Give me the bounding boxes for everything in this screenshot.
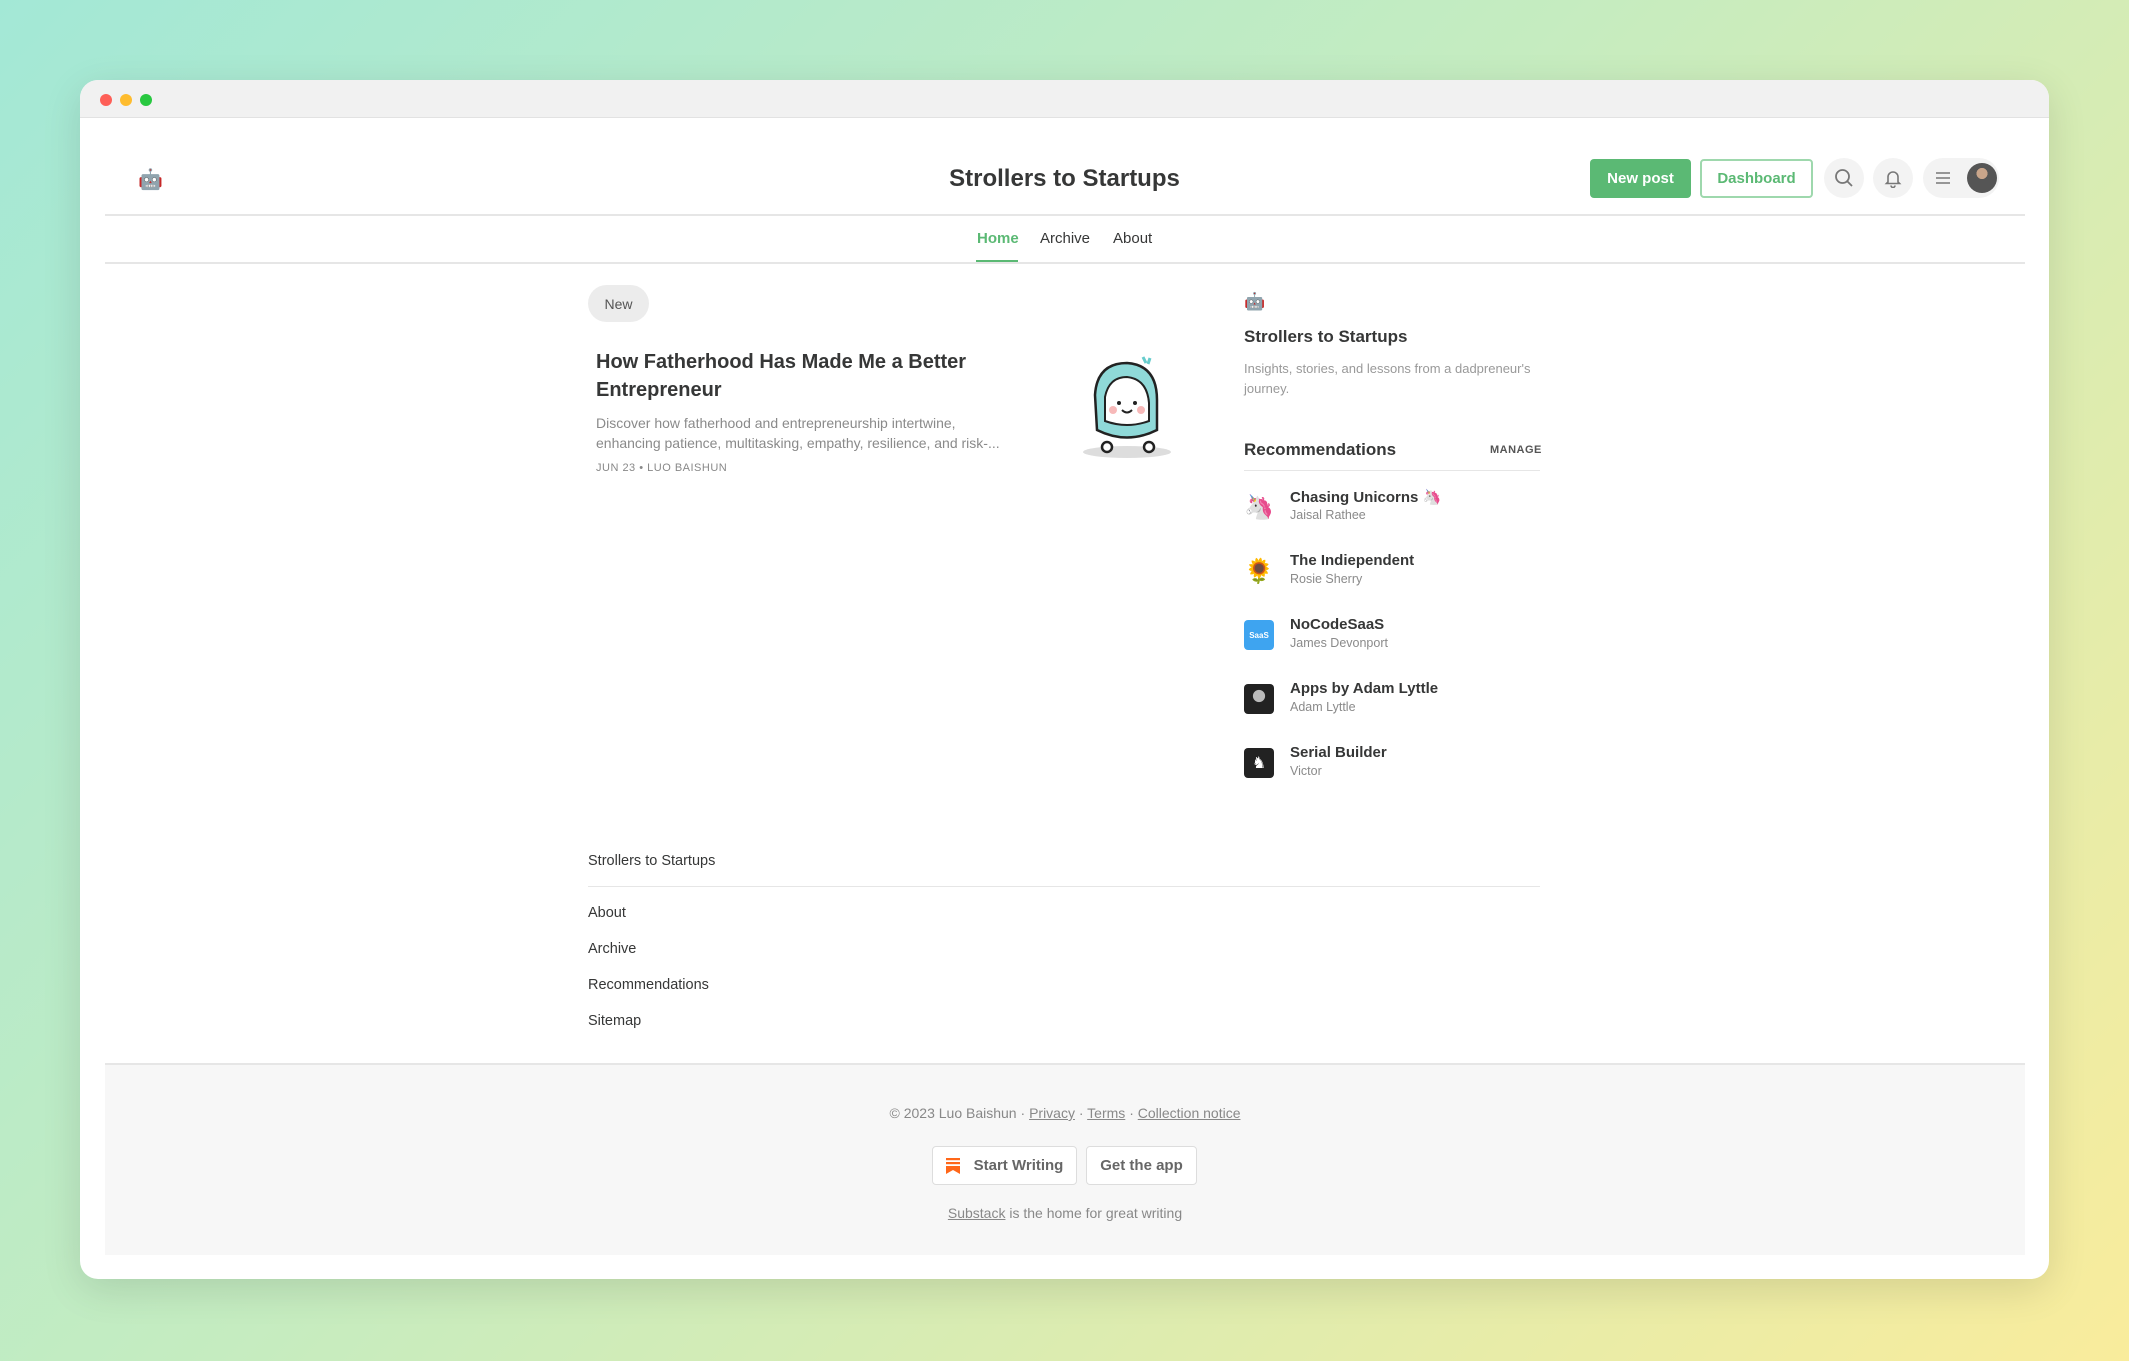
- tab-about[interactable]: About: [1113, 230, 1152, 247]
- post-description: Discover how fatherhood and entrepreneur…: [596, 413, 1000, 453]
- post-meta: JUN 23 • LUO BAISHUN: [596, 462, 728, 474]
- recommendation-name: Serial Builder: [1290, 744, 1387, 761]
- post-description-line: Discover how fatherhood and entrepreneur…: [596, 415, 956, 431]
- recommendation-item[interactable]: 🌻 The Indiependent Rosie Sherry: [1244, 552, 1544, 592]
- minimize-window-button[interactable]: [120, 94, 132, 106]
- recommendation-item[interactable]: SaaS NoCodeSaaS James Devonport: [1244, 616, 1544, 656]
- recommendations-heading: Recommendations: [1244, 440, 1397, 459]
- avatar: [1967, 163, 1997, 193]
- footer-link-sitemap[interactable]: Sitemap: [588, 1013, 641, 1029]
- new-badge: New: [588, 285, 649, 322]
- sidebar-description-line: Insights, stories, and lessons from a da…: [1244, 361, 1531, 376]
- footer-link-recommendations[interactable]: Recommendations: [588, 977, 709, 993]
- serial-builder-logo: ♞: [1244, 748, 1274, 778]
- footer-nav-title: Strollers to Startups: [588, 853, 716, 869]
- post-title-line: How Fatherhood Has Made Me a Better: [596, 351, 967, 373]
- recommendation-author: James Devonport: [1290, 636, 1388, 650]
- sidebar-description-line: journey.: [1244, 381, 1290, 396]
- new-post-button[interactable]: New post: [1590, 159, 1691, 198]
- recommendation-author: Jaisal Rathee: [1290, 508, 1366, 522]
- recommendation-author: Victor: [1290, 764, 1322, 778]
- substack-logo-icon: [945, 1157, 960, 1174]
- recommendation-author: Adam Lyttle: [1290, 700, 1356, 714]
- recommendation-item[interactable]: 🦄 Chasing Unicorns 🦄 Jaisal Rathee: [1244, 488, 1544, 528]
- manage-link[interactable]: MANAGE: [1490, 444, 1541, 456]
- tab-home[interactable]: Home: [977, 230, 1019, 247]
- start-writing-button[interactable]: Start Writing: [932, 1146, 1077, 1185]
- start-writing-label: Start Writing: [973, 1157, 1064, 1174]
- sidebar-logo: 🤖: [1244, 292, 1266, 311]
- title-bar: [80, 80, 2049, 118]
- bell-icon: [1884, 171, 1902, 188]
- get-the-app-button[interactable]: Get the app: [1086, 1146, 1197, 1185]
- recommendation-name: Chasing Unicorns 🦄: [1290, 489, 1442, 506]
- post-title-line: Entrepreneur: [596, 379, 722, 401]
- privacy-link[interactable]: Privacy: [1029, 1105, 1075, 1121]
- browser-window: 🤖 Strollers to Startups New post Dashboa…: [80, 80, 2049, 1279]
- footer-link-archive[interactable]: Archive: [588, 941, 636, 957]
- maximize-window-button[interactable]: [140, 94, 152, 106]
- unicorn-icon: 🦄: [1244, 493, 1274, 521]
- recommendation-name: NoCodeSaaS: [1290, 616, 1385, 633]
- site-footer: © 2023 Luo Baishun · Privacy · Terms · C…: [105, 1063, 2025, 1255]
- sidebar-description: Insights, stories, and lessons from a da…: [1244, 359, 1530, 399]
- terms-link[interactable]: Terms: [1087, 1105, 1125, 1121]
- search-button[interactable]: [1824, 158, 1864, 198]
- dashboard-button[interactable]: Dashboard: [1700, 159, 1813, 198]
- stroller-illustration[interactable]: [1075, 355, 1175, 460]
- substack-link[interactable]: Substack: [948, 1205, 1006, 1221]
- close-window-button[interactable]: [100, 94, 112, 106]
- recommendation-name: Apps by Adam Lyttle: [1290, 680, 1439, 697]
- separator: ·: [1020, 1105, 1026, 1121]
- recommendation-author: Rosie Sherry: [1290, 572, 1363, 586]
- account-menu-button[interactable]: [1923, 158, 1999, 198]
- tagline-text: is the home for great writing: [1005, 1205, 1183, 1221]
- recommendation-item[interactable]: Apps by Adam Lyttle Adam Lyttle: [1244, 680, 1544, 720]
- sunflower-icon: 🌻: [1244, 557, 1274, 585]
- substack-tagline: Substack is the home for great writing: [105, 1205, 2025, 1221]
- menu-icon: [1936, 172, 1950, 184]
- post-description-line: enhancing patience, multitasking, empath…: [596, 435, 1000, 451]
- nocodesaas-logo: SaaS: [1244, 620, 1274, 650]
- copyright: © 2023 Luo Baishun: [889, 1105, 1017, 1121]
- search-icon: [1835, 169, 1853, 187]
- tab-archive[interactable]: Archive: [1040, 230, 1090, 247]
- collection-notice-link[interactable]: Collection notice: [1138, 1105, 1241, 1121]
- separator: ·: [1078, 1105, 1084, 1121]
- footer-link-about[interactable]: About: [588, 905, 626, 921]
- sidebar-title[interactable]: Strollers to Startups: [1244, 327, 1407, 347]
- notifications-button[interactable]: [1873, 158, 1913, 198]
- recommendation-item[interactable]: ♞ Serial Builder Victor: [1244, 744, 1544, 784]
- separator: ·: [1129, 1105, 1134, 1121]
- avatar-photo-icon: [1244, 684, 1274, 714]
- recommendation-name: The Indiependent: [1290, 552, 1415, 569]
- post-title[interactable]: How Fatherhood Has Made Me a Better Entre…: [596, 348, 966, 404]
- footer-legal: © 2023 Luo Baishun · Privacy · Terms · C…: [105, 1105, 2025, 1121]
